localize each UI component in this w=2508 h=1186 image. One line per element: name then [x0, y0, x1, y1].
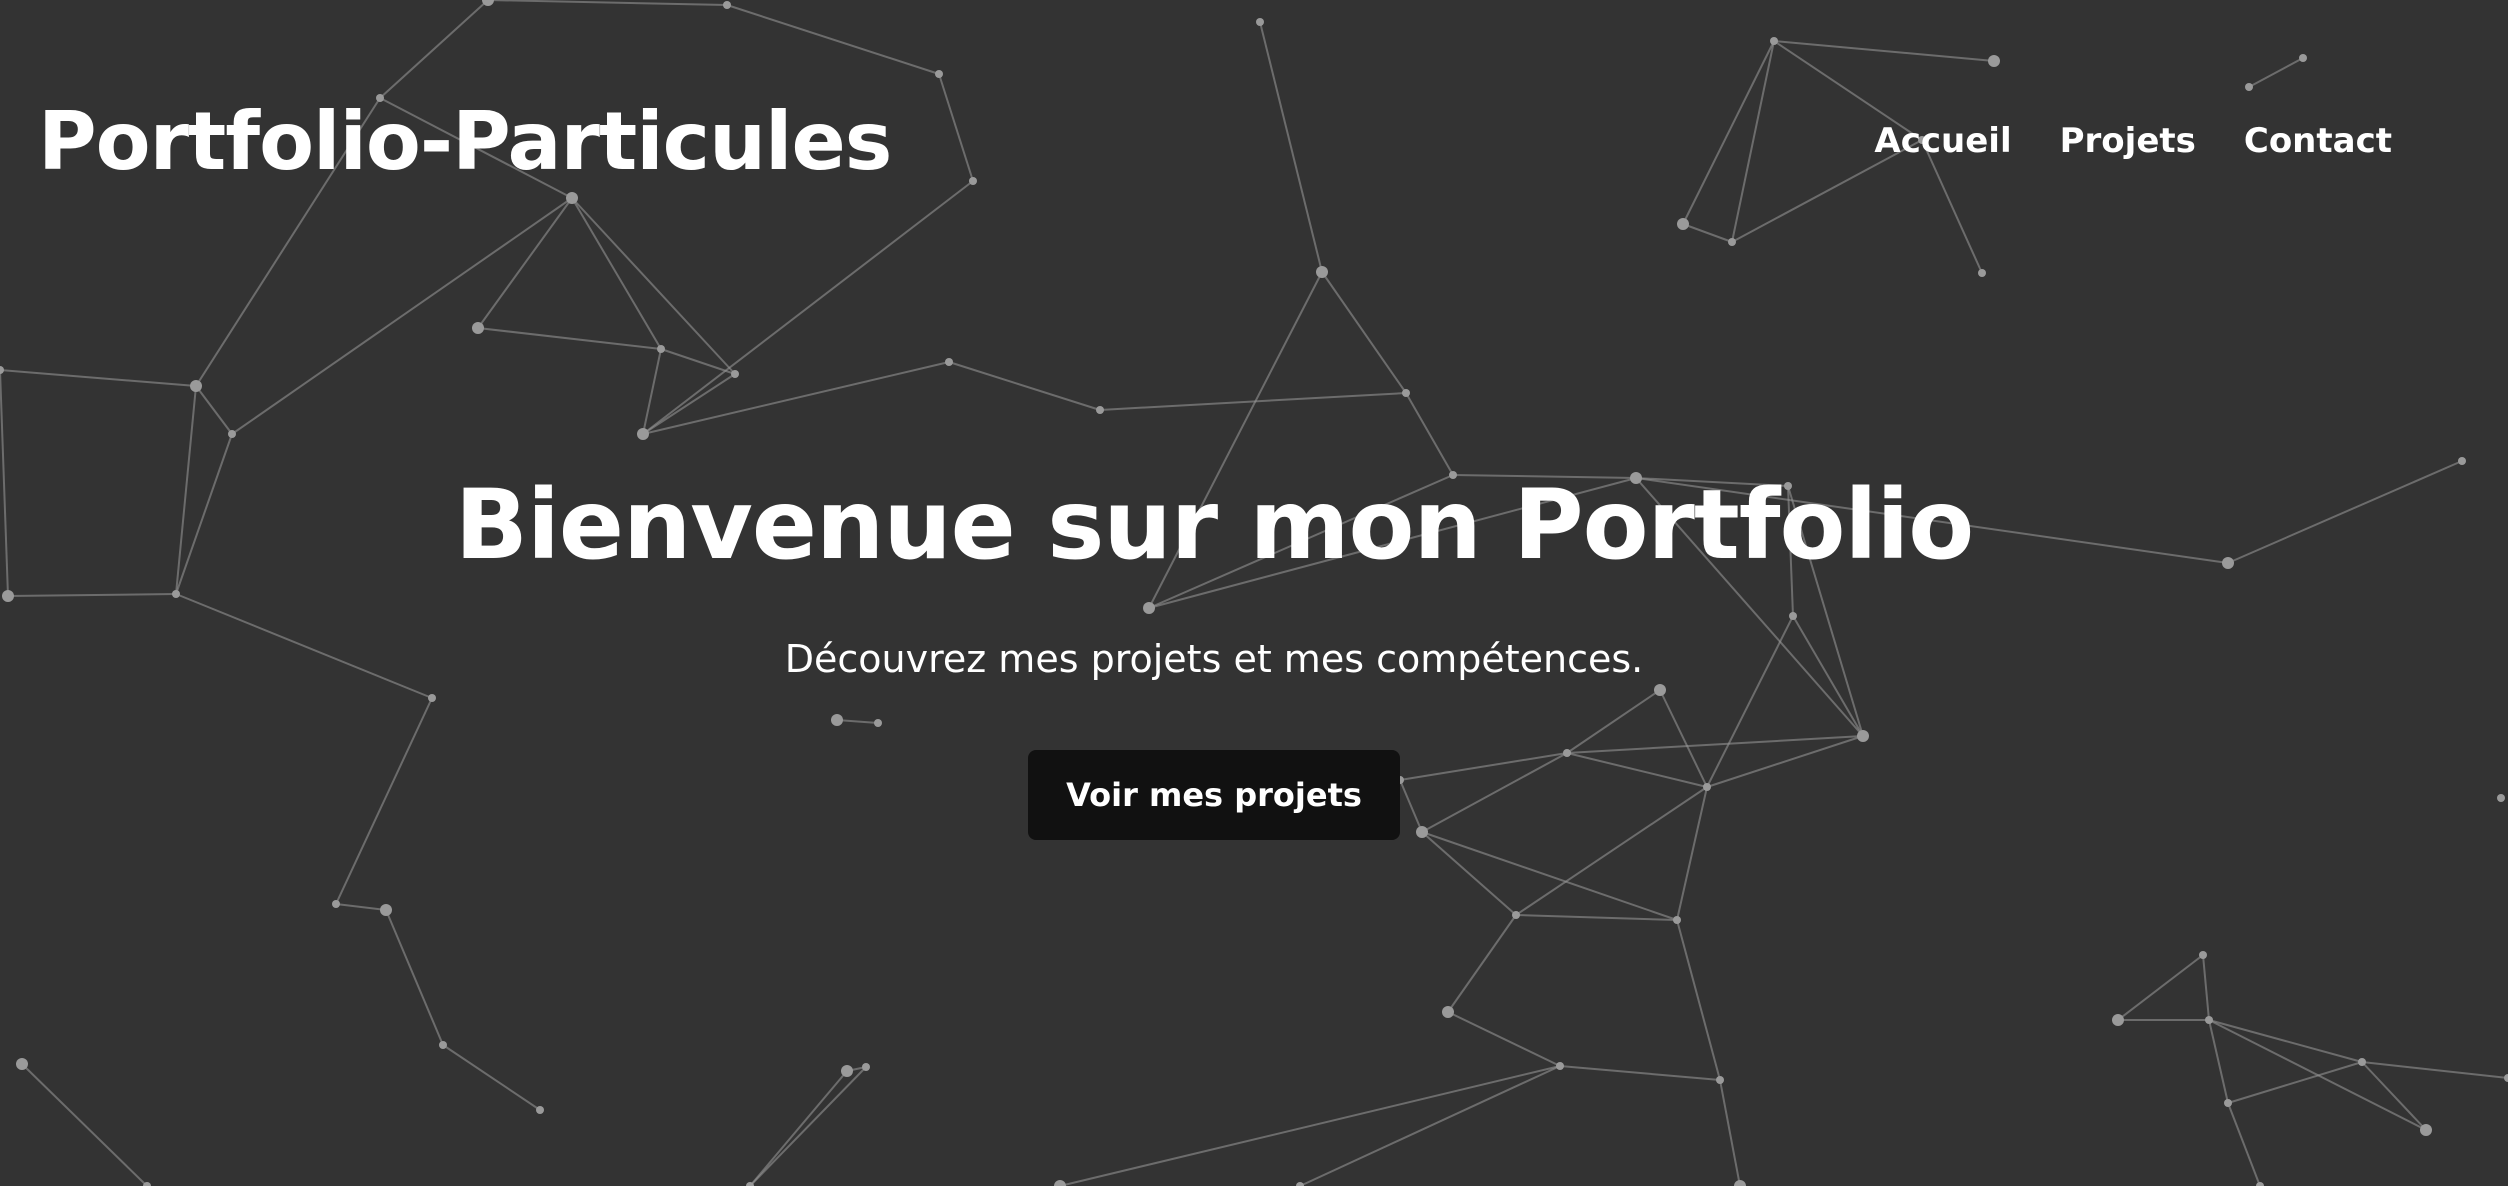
particle-dot [2205, 1016, 2213, 1024]
particle-dot [1096, 406, 1104, 414]
particle-link [195, 385, 233, 435]
particle-link [2208, 1019, 2229, 1104]
particle-link [477, 327, 662, 350]
particle-link [442, 1044, 541, 1111]
particle-link [1676, 919, 1721, 1081]
particle-dot [536, 1106, 544, 1114]
particle-link [1421, 831, 1678, 921]
particle-dot [1316, 266, 1328, 278]
particle-dot [228, 430, 236, 438]
particle-link [385, 909, 444, 1046]
particle-dot [16, 1058, 28, 1070]
nav-link-projets[interactable]: Projets [2060, 116, 2196, 166]
particle-link [1447, 1011, 1561, 1067]
particle-link [335, 903, 387, 911]
particle-dot [2504, 1074, 2508, 1082]
particle-link [749, 1066, 867, 1186]
particle-dot [1054, 1180, 1066, 1186]
particle-link [2208, 1019, 2427, 1131]
hero-subtitle: Découvrez mes projets et mes compétences… [784, 637, 1644, 681]
particle-dot [637, 428, 649, 440]
particle-dot [2256, 1182, 2264, 1186]
particle-dot [1673, 916, 1681, 924]
particle-dot [841, 1065, 853, 1077]
view-projects-button[interactable]: Voir mes projets [1028, 750, 1400, 840]
particle-link [21, 1063, 148, 1186]
particle-link [1515, 914, 1678, 921]
particle-link [1559, 1065, 1721, 1081]
particle-dot [439, 1041, 447, 1049]
particle-dot [1556, 1062, 1564, 1070]
particle-link [2361, 1061, 2427, 1131]
particle-link [2227, 1102, 2261, 1186]
particle-link [0, 369, 197, 387]
particle-dot [190, 380, 202, 392]
particle-link [2208, 1019, 2363, 1063]
site-logo[interactable]: Portfolio-Particules [38, 92, 892, 192]
particle-link [2117, 954, 2204, 1021]
nav-link-accueil[interactable]: Accueil [1874, 116, 2011, 166]
particle-link [749, 1070, 848, 1186]
particle-dot [332, 900, 340, 908]
particle-dot [1402, 389, 1410, 397]
particle-link [1299, 1065, 1561, 1186]
particle-dot [2199, 951, 2207, 959]
hero-section: Bienvenue sur mon Portfolio Découvrez me… [0, 460, 2428, 840]
main-nav: Accueil Projets Contact [1874, 116, 2392, 166]
particle-dot [945, 358, 953, 366]
particle-dot [2224, 1099, 2232, 1107]
particle-dot [2420, 1124, 2432, 1136]
particle-link [1059, 1065, 1561, 1186]
particle-dot [2458, 457, 2466, 465]
particle-dot [2358, 1058, 2366, 1066]
particle-link [642, 373, 736, 435]
particle-dot [1296, 1182, 1304, 1186]
particle-link [2202, 954, 2210, 1021]
particle-dot [1978, 269, 1986, 277]
particle-dot [1512, 911, 1520, 919]
particle-link [1321, 271, 1407, 394]
particle-dot [380, 904, 392, 916]
particle-dot [731, 370, 739, 378]
particle-dot [1716, 1076, 1724, 1084]
particle-dot [1734, 1180, 1746, 1186]
nav-link-contact[interactable]: Contact [2244, 116, 2392, 166]
particle-dot [862, 1063, 870, 1071]
hero-title: Bienvenue sur mon Portfolio [454, 469, 1974, 581]
particle-dot [2497, 794, 2505, 802]
site-header: Portfolio-Particules Accueil Projets Con… [0, 0, 2508, 260]
particle-link [2361, 1061, 2508, 1079]
particle-link [1719, 1079, 1741, 1186]
particle-link [948, 361, 1101, 411]
particle-dot [2112, 1014, 2124, 1026]
particle-link [1421, 831, 1517, 916]
particle-link [2227, 1061, 2363, 1104]
particle-dot [472, 322, 484, 334]
particle-dot [0, 366, 4, 374]
particle-dot [657, 345, 665, 353]
particle-dot [1442, 1006, 1454, 1018]
particle-link [1447, 914, 1517, 1013]
